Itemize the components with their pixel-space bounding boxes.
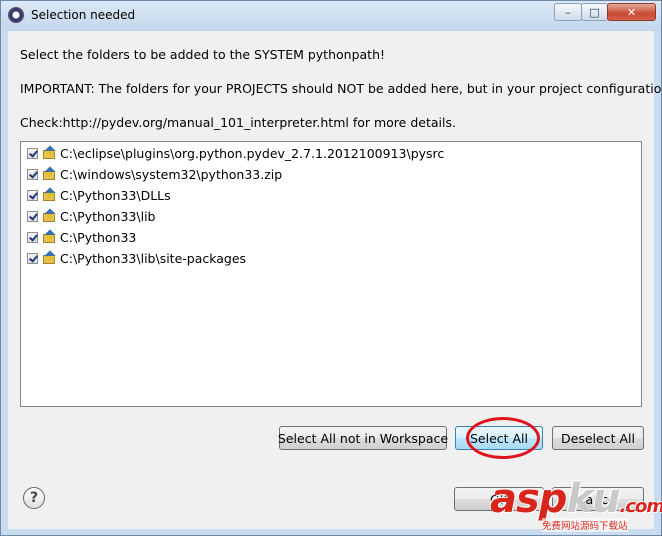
watermark-subtext: 免费网站源码下载站	[542, 518, 628, 532]
folder-path: C:\Python33\lib\site-packages	[60, 250, 247, 266]
list-item[interactable]: C:\Python33\lib\site-packages	[27, 248, 246, 268]
details-link-text: Check:http://pydev.org/manual_101_interp…	[20, 115, 456, 130]
checkbox[interactable]	[27, 252, 38, 264]
dialog-window: Selection needed – □ ✕ Select the folder…	[0, 0, 662, 536]
highlight-annotation	[466, 417, 540, 459]
maximize-button[interactable]: □	[581, 3, 608, 21]
list-item[interactable]: C:\Python33\DLLs	[27, 185, 171, 205]
select-all-not-in-workspace-button[interactable]: Select All not in Workspace	[278, 426, 448, 450]
title-bar[interactable]: Selection needed – □ ✕	[1, 1, 661, 31]
folder-path: C:\eclipse\plugins\org.python.pydev_2.7.…	[60, 145, 445, 161]
list-item[interactable]: C:\Python33\lib	[27, 206, 155, 226]
list-item[interactable]: C:\eclipse\plugins\org.python.pydev_2.7.…	[27, 143, 444, 163]
package-folder-icon	[42, 207, 57, 224]
checkbox[interactable]	[27, 147, 38, 159]
watermark-logo: aspku.com 免费网站源码下载站	[490, 476, 662, 536]
folder-path: C:\Python33	[60, 229, 137, 245]
important-note: IMPORTANT: The folders for your PROJECTS…	[20, 81, 662, 96]
close-button[interactable]: ✕	[607, 3, 656, 21]
minimize-button[interactable]: –	[554, 3, 582, 21]
deselect-all-button[interactable]: Deselect All	[552, 426, 644, 450]
watermark-text: aspku.com	[490, 476, 662, 522]
package-folder-icon	[42, 249, 57, 266]
eclipse-icon	[8, 7, 24, 23]
checkbox[interactable]	[27, 189, 38, 201]
package-folder-icon	[42, 165, 57, 182]
folder-path: C:\windows\system32\python33.zip	[60, 166, 283, 182]
checkbox[interactable]	[27, 231, 38, 243]
dialog-body: Select the folders to be added to the SY…	[8, 31, 662, 529]
list-item[interactable]: C:\Python33	[27, 227, 136, 247]
package-folder-icon	[42, 228, 57, 245]
instruction-text: Select the folders to be added to the SY…	[20, 47, 386, 62]
folder-path: C:\Python33\lib	[60, 208, 156, 224]
package-folder-icon	[42, 144, 57, 161]
checkbox[interactable]	[27, 210, 38, 222]
folder-path: C:\Python33\DLLs	[60, 187, 171, 203]
checkbox[interactable]	[27, 168, 38, 180]
list-item[interactable]: C:\windows\system32\python33.zip	[27, 164, 282, 184]
package-folder-icon	[42, 186, 57, 203]
window-title: Selection needed	[31, 8, 136, 22]
help-icon[interactable]: ?	[23, 487, 45, 509]
folder-list[interactable]: C:\eclipse\plugins\org.python.pydev_2.7.…	[20, 141, 642, 407]
